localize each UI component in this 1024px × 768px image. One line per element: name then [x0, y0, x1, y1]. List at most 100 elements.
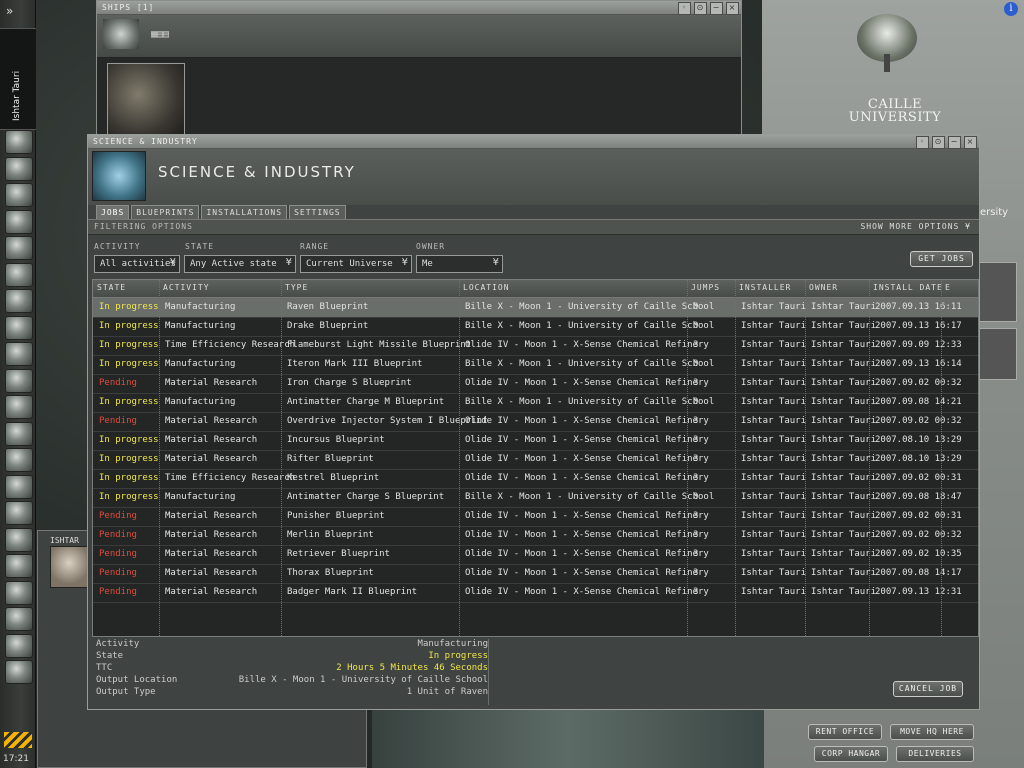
table-row[interactable]: In progress Time Efficiency Research Flame… — [93, 336, 978, 356]
detail-label: Activity — [96, 639, 140, 649]
cell-owner: Ishtar Tauri — [811, 511, 877, 521]
cell-owner: Ishtar Tauri — [811, 302, 877, 312]
camera-icon[interactable] — [5, 660, 33, 684]
cell-state: Pending — [99, 568, 137, 578]
cell-jumps: 3 — [693, 587, 699, 597]
col-installer-header[interactable]: INSTALLER — [739, 283, 791, 292]
move-hq-here-button[interactable]: MOVE HQ HERE — [890, 724, 974, 740]
options-icon[interactable]: ⊙ — [932, 136, 945, 149]
si-window-titlebar[interactable]: SCIENCE & INDUSTRY ◦ ⊙ − × — [88, 135, 979, 149]
station-service-icon[interactable] — [975, 262, 1017, 322]
table-row[interactable]: Pending Material Research Badger Mark II B… — [93, 583, 978, 603]
tab-settings[interactable]: SETTINGS — [289, 205, 346, 219]
close-icon[interactable]: × — [726, 2, 739, 15]
col-jumps-header[interactable]: JUMPS — [691, 283, 720, 292]
table-row[interactable]: Pending Material Research Punisher Bluepri… — [93, 507, 978, 527]
col-install-date-header[interactable]: INSTALL DATE — [873, 283, 943, 292]
character-portrait[interactable]: Ishtar Tauri — [0, 28, 36, 130]
state-label: STATE — [185, 242, 215, 251]
options-icon[interactable]: ⊙ — [694, 2, 707, 15]
station-service-icon[interactable] — [975, 328, 1017, 380]
col-activity-header[interactable]: ACTIVITY — [163, 283, 210, 292]
view-mode-icon[interactable]: ▦▤▤ — [151, 29, 169, 40]
cell-type: Drake Blueprint — [287, 321, 369, 331]
character-sheet-icon[interactable] — [5, 130, 33, 154]
activity-select[interactable]: All activities ¥ — [94, 255, 180, 273]
minimize-icon[interactable]: − — [710, 2, 723, 15]
ships-window-titlebar[interactable]: SHIPS [1] ◦ ⊙ − × — [97, 1, 741, 15]
table-row[interactable]: Pending Material Research Retriever Bluepr… — [93, 545, 978, 565]
tab-installations[interactable]: INSTALLATIONS — [201, 205, 288, 219]
cell-state: Pending — [99, 530, 137, 540]
table-row[interactable]: Pending Material Research Merlin Blueprint… — [93, 526, 978, 546]
col-state-header[interactable]: STATE — [97, 283, 126, 292]
table-row[interactable]: In progress Material Research Incursus Blu… — [93, 431, 978, 451]
help-icon[interactable] — [5, 448, 33, 472]
help-question-icon[interactable] — [5, 580, 33, 605]
audio-icon[interactable] — [5, 554, 33, 578]
cell-location: Olide IV - Moon 1 - X-Sense Chemical Ref… — [465, 340, 709, 350]
cell-type: Badger Mark II Blueprint — [287, 587, 418, 597]
table-row[interactable]: Pending Material Research Overdrive Inject… — [93, 412, 978, 432]
notepad-icon[interactable] — [5, 209, 33, 234]
tab-blueprints[interactable]: BLUEPRINTS — [131, 205, 200, 219]
col-owner-header[interactable]: OWNER — [809, 283, 838, 292]
tab-jobs[interactable]: JOBS — [96, 205, 130, 219]
ships-window-title: SHIPS [1] — [102, 3, 155, 12]
people-places-icon[interactable] — [5, 156, 33, 181]
col-e-header[interactable]: E — [945, 283, 951, 292]
table-row[interactable]: In progress Manufacturing Iteron Mark III … — [93, 355, 978, 375]
table-row[interactable]: In progress Manufacturing Antimatter Charg… — [93, 488, 978, 508]
cancel-job-button[interactable]: CANCEL JOB — [893, 681, 963, 697]
get-jobs-button[interactable]: GET JOBS — [910, 251, 973, 267]
rent-office-button[interactable]: RENT OFFICE — [808, 724, 882, 740]
show-more-options-button[interactable]: SHOW MORE OPTIONS ¥ — [860, 222, 971, 231]
table-row[interactable]: In progress Manufacturing Antimatter Charg… — [93, 393, 978, 413]
cell-installer: Ishtar Tauri — [741, 511, 807, 521]
range-select[interactable]: Current Universe ¥ — [300, 255, 412, 273]
cell-date: 2007.09.13 16:11 — [875, 302, 962, 312]
pin-icon[interactable]: ◦ — [916, 136, 929, 149]
neocom-toggle-button[interactable]: » — [6, 4, 13, 18]
col-type-header[interactable]: TYPE — [285, 283, 308, 292]
mail-icon[interactable] — [5, 183, 33, 207]
table-row[interactable]: In progress Material Research Rifter Bluep… — [93, 450, 978, 470]
fitting-icon[interactable] — [5, 368, 33, 393]
journal-icon[interactable] — [5, 289, 33, 313]
market-icon[interactable] — [5, 236, 33, 260]
table-row[interactable]: In progress Time Efficiency Research Kestr… — [93, 469, 978, 489]
info-icon[interactable]: i — [1004, 2, 1018, 16]
portrait-icon[interactable] — [5, 607, 33, 631]
contacts-icon[interactable] — [5, 474, 33, 499]
avatar[interactable] — [50, 546, 88, 588]
settings-icon[interactable] — [5, 633, 33, 658]
deliveries-button[interactable]: DELIVERIES — [896, 746, 974, 762]
table-row[interactable]: Pending Material Research Iron Charge S Bl… — [93, 374, 978, 394]
col-location-header[interactable]: LOCATION — [463, 283, 510, 292]
corporation-icon[interactable] — [5, 342, 33, 366]
corp-hangar-button[interactable]: CORP HANGAR — [814, 746, 888, 762]
assets-icon[interactable] — [5, 262, 33, 287]
cell-type: Antimatter Charge M Blueprint — [287, 397, 445, 407]
minimize-icon[interactable]: − — [948, 136, 961, 149]
table-row[interactable]: In progress Manufacturing Drake Blueprint B… — [93, 317, 978, 337]
neocom-expand-chevron-icon[interactable] — [4, 732, 32, 748]
page-title: SCIENCE & INDUSTRY — [158, 163, 356, 181]
pin-icon[interactable]: ◦ — [678, 2, 691, 15]
science-industry-icon[interactable] — [5, 395, 33, 419]
calculator-icon[interactable] — [5, 421, 33, 446]
history-icon[interactable] — [5, 527, 33, 552]
ship-thumbnail[interactable] — [107, 63, 185, 141]
map-icon[interactable] — [5, 315, 33, 340]
cell-jumps: 0 — [693, 397, 699, 407]
table-row[interactable]: Pending Material Research Thorax Blueprint… — [93, 564, 978, 584]
owner-select[interactable]: Me ¥ — [416, 255, 503, 273]
log-icon[interactable] — [5, 501, 33, 525]
close-icon[interactable]: × — [964, 136, 977, 149]
cell-installer: Ishtar Tauri — [741, 435, 807, 445]
cell-jumps: 3 — [693, 530, 699, 540]
cell-type: Retriever Blueprint — [287, 549, 390, 559]
cell-date: 2007.09.13 16:17 — [875, 321, 962, 331]
table-row[interactable]: In progress Manufacturing Raven Blueprint B… — [93, 298, 978, 318]
state-select[interactable]: Any Active state ¥ — [184, 255, 296, 273]
